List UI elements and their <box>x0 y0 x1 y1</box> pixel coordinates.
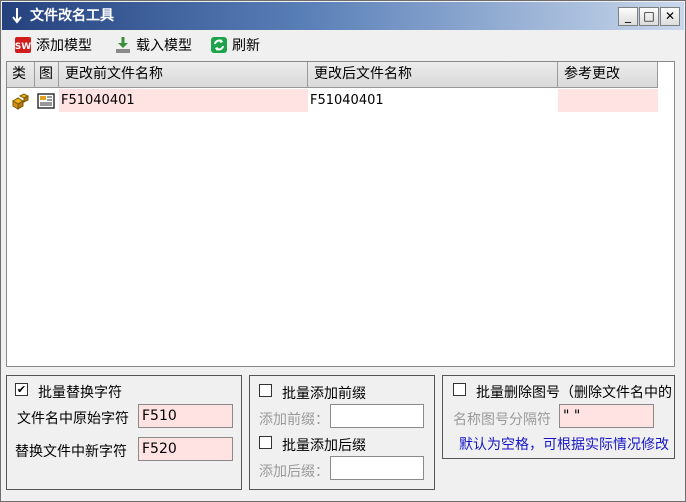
prefix-checkbox[interactable] <box>259 384 272 397</box>
add-model-label: 添加模型 <box>36 38 92 54</box>
drawing-icon <box>37 93 55 109</box>
delete-number-checkbox-label: 批量删除图号（删除文件名中的 <box>476 385 672 401</box>
list-header: 类 图 更改前文件名称 更改后文件名称 参考更改 <box>7 62 658 88</box>
column-header-reference[interactable]: 参考更改 <box>558 62 658 88</box>
delete-number-checkbox[interactable] <box>453 383 466 396</box>
new-chars-input[interactable]: F520 <box>138 437 233 461</box>
svg-text:SW: SW <box>15 42 31 52</box>
row-type-cell <box>11 89 33 112</box>
refresh-label: 刷新 <box>232 38 260 54</box>
reference-cell[interactable] <box>558 89 658 112</box>
refresh-button[interactable]: 刷新 <box>210 34 260 56</box>
separator-label: 名称图号分隔符 <box>453 412 551 428</box>
table-row[interactable]: F51040401 F51040401 <box>7 89 658 112</box>
suffix-field-label: 添加后缀： <box>259 464 329 480</box>
separator-input[interactable]: " " <box>559 404 654 428</box>
window-title: 文件改名工具 <box>30 8 114 24</box>
download-icon <box>116 37 130 53</box>
toolbar: SW 添加模型 载入模型 刷新 <box>2 31 684 59</box>
prefix-input[interactable] <box>330 404 424 428</box>
part-icon <box>12 93 30 110</box>
solidworks-add-icon: SW <box>15 37 31 53</box>
file-list[interactable]: 类 图 更改前文件名称 更改后文件名称 参考更改 F51040401 F5104… <box>6 61 675 367</box>
load-model-label: 载入模型 <box>136 38 192 54</box>
arrow-down-icon <box>12 8 22 24</box>
after-name-cell[interactable]: F51040401 <box>308 89 558 112</box>
prefix-checkbox-label: 批量添加前缀 <box>282 386 366 402</box>
title-bar: 文件改名工具 _ □ ✕ <box>2 2 684 30</box>
replace-checkbox[interactable]: ✔ <box>15 383 28 396</box>
prefix-field-label: 添加前缀： <box>259 412 329 428</box>
suffix-checkbox-label: 批量添加后缀 <box>282 438 366 454</box>
original-chars-input[interactable]: F510 <box>138 404 233 428</box>
row-drawing-cell <box>37 89 57 112</box>
suffix-checkbox[interactable] <box>259 436 272 449</box>
separator-hint: 默认为空格，可根据实际情况修改 <box>459 437 669 453</box>
column-header-before-name[interactable]: 更改前文件名称 <box>59 62 308 88</box>
maximize-button[interactable]: □ <box>639 7 659 26</box>
close-button[interactable]: ✕ <box>660 7 680 26</box>
column-header-after-name[interactable]: 更改后文件名称 <box>308 62 558 88</box>
original-chars-label: 文件名中原始字符 <box>17 411 129 427</box>
before-name-cell[interactable]: F51040401 <box>59 89 308 112</box>
replace-group: ✔ 批量替换字符 文件名中原始字符 F510 替换文件中新字符 F520 <box>6 375 242 490</box>
minimize-button[interactable]: _ <box>618 7 638 26</box>
affix-group: 批量添加前缀 添加前缀： 批量添加后缀 添加后缀： <box>249 375 435 490</box>
column-header-drawing[interactable]: 图 <box>35 62 59 88</box>
load-model-button[interactable]: 载入模型 <box>114 34 192 56</box>
suffix-input[interactable] <box>330 456 424 480</box>
refresh-icon <box>211 37 227 53</box>
add-model-button[interactable]: SW 添加模型 <box>14 34 92 56</box>
new-chars-label: 替换文件中新字符 <box>15 444 127 460</box>
delete-number-group: 批量删除图号（删除文件名中的 名称图号分隔符 " " 默认为空格，可根据实际情况… <box>442 375 675 459</box>
main-window: 文件改名工具 _ □ ✕ SW 添加模型 载入模型 刷新 类 图 更改前文件名称… <box>0 0 686 502</box>
replace-checkbox-label: 批量替换字符 <box>38 385 122 401</box>
column-header-type[interactable]: 类 <box>7 62 35 88</box>
